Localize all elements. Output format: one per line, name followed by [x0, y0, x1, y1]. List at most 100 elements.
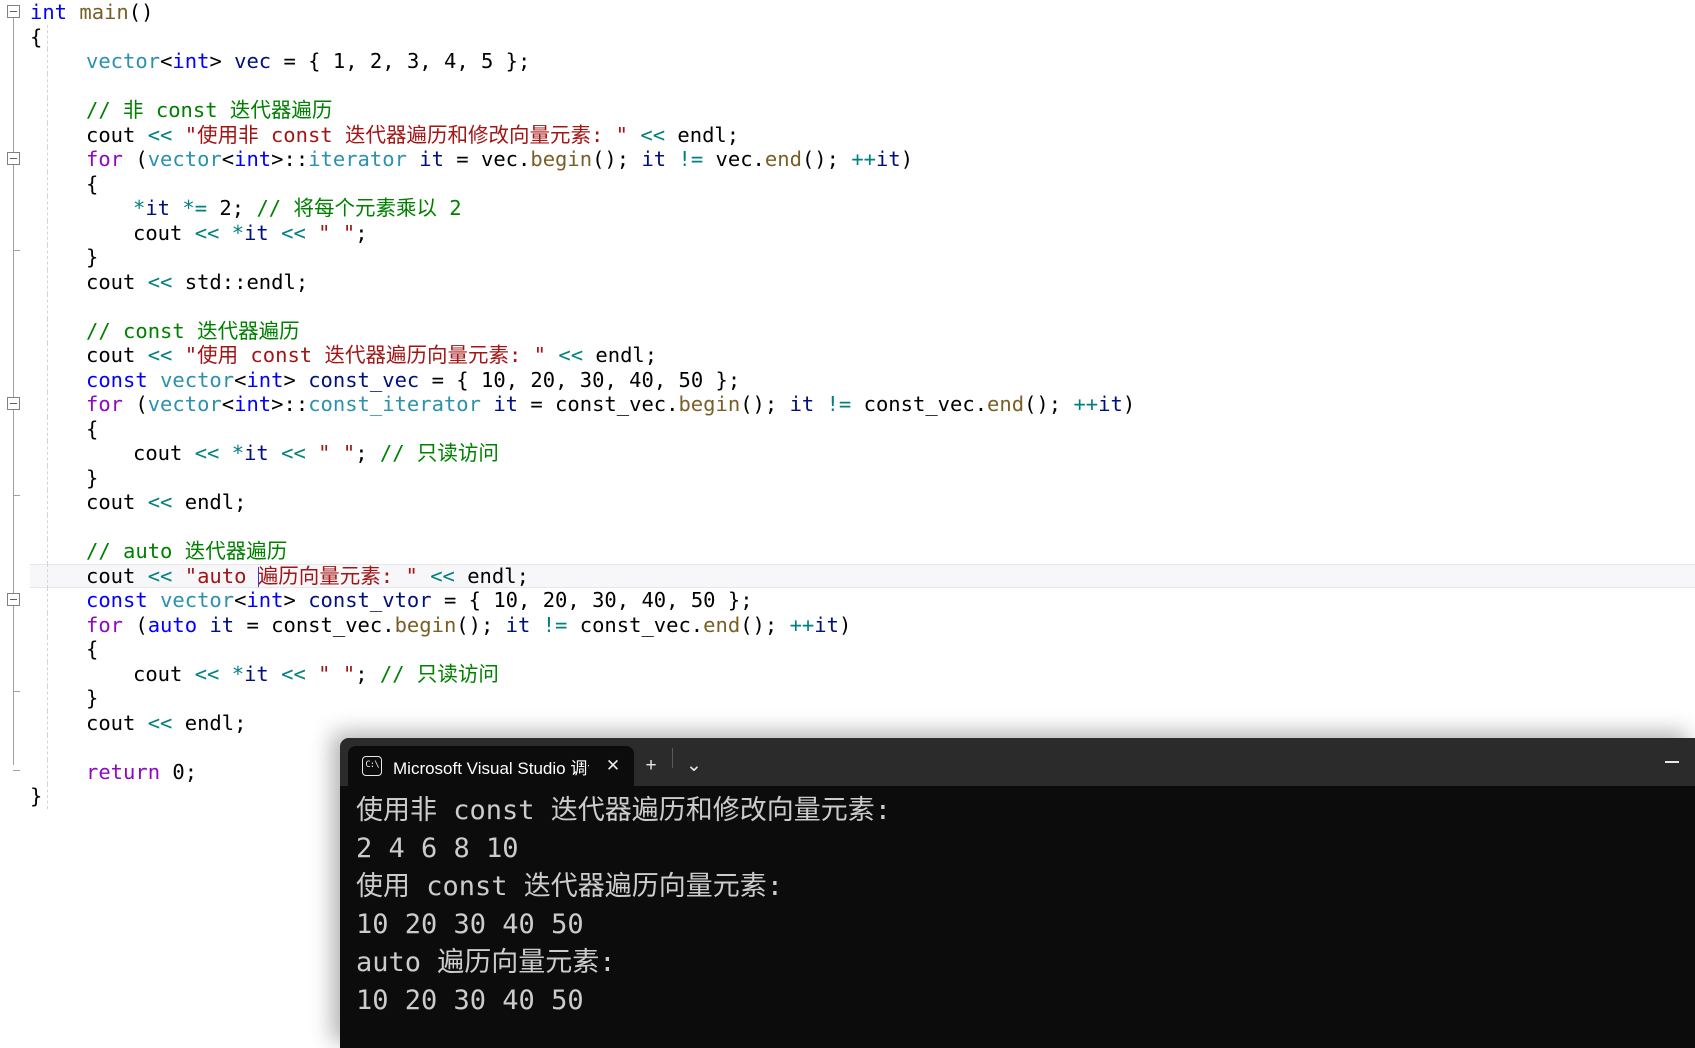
code-token-op: (); — [740, 392, 790, 416]
code-token-op: }; — [715, 588, 753, 612]
code-line[interactable]: vector<int> vec = { 1, 2, 3, 4, 5 }; — [0, 49, 1695, 74]
code-token-loc: it — [244, 441, 269, 465]
indent-guide — [47, 294, 48, 319]
console-output-line: 使用非 const 迭代器遍历和修改向量元素: — [356, 795, 892, 826]
indent-guide — [47, 245, 48, 270]
code-line[interactable] — [0, 294, 1695, 319]
indent-guide — [47, 367, 48, 392]
code-token-txt: cout — [86, 563, 148, 588]
code-token-op: = — [234, 612, 272, 637]
code-token-ovl: ++ — [789, 612, 815, 637]
code-token-op: { — [86, 171, 99, 196]
code-line[interactable]: cout << "auto 遍历向量元素: " << endl; — [0, 563, 1695, 588]
console-title-bar[interactable]: C:\ Microsoft Visual Studio 调试控 ✕ + ⌄ — [340, 738, 1695, 786]
code-token-op: ; — [234, 490, 247, 514]
code-line-content: } — [86, 466, 98, 490]
code-token-typ: vector — [147, 147, 222, 171]
code-line[interactable]: cout << std::endl; — [0, 269, 1695, 294]
code-line[interactable]: const vector<int> const_vtor = { 10, 20,… — [0, 588, 1695, 613]
code-token-txt: cout — [133, 441, 195, 465]
code-line[interactable]: { — [0, 416, 1695, 441]
code-token-op: >:: — [271, 392, 309, 416]
code-token-txt: 0 — [160, 759, 185, 784]
code-line[interactable]: cout << "使用非 const 迭代器遍历和修改向量元素: " << en… — [0, 122, 1695, 147]
code-line[interactable] — [0, 514, 1695, 539]
code-line[interactable]: // auto 迭代器遍历 — [0, 539, 1695, 564]
code-token-fn: begin — [678, 392, 741, 416]
code-line[interactable]: { — [0, 24, 1695, 49]
code-token-ctl: for — [86, 147, 124, 171]
indent-guide — [47, 735, 48, 760]
indent-guide — [47, 318, 48, 343]
chevron-down-icon[interactable]: ⌄ — [677, 746, 711, 786]
code-token-op: = — [518, 392, 556, 416]
code-token-ovl: ++ — [851, 147, 876, 171]
code-line[interactable]: cout << endl; — [0, 710, 1695, 735]
code-line[interactable]: int main() — [0, 0, 1695, 25]
code-line[interactable]: // const 迭代器遍历 — [0, 318, 1695, 343]
code-token-op: { — [86, 637, 99, 661]
code-token-txt: 20 — [542, 588, 568, 612]
console-tab-strip[interactable]: C:\ Microsoft Visual Studio 调试控 ✕ + ⌄ — [340, 738, 711, 786]
code-line[interactable]: // 非 const 迭代器遍历 — [0, 98, 1695, 123]
code-token-op: () — [128, 0, 154, 24]
code-token-ctl: for — [86, 612, 124, 637]
console-tab[interactable]: C:\ Microsoft Visual Studio 调试控 ✕ — [348, 746, 634, 786]
code-token-fn: main — [79, 0, 129, 24]
code-line[interactable]: { — [0, 637, 1695, 662]
indent-guide — [47, 588, 48, 613]
minimize-icon — [1664, 761, 1679, 763]
code-line[interactable]: for (auto it = const_vec.begin(); it != … — [0, 612, 1695, 637]
code-line-content: *it *= 2; // 将每个元素乘以 2 — [133, 196, 462, 220]
code-text-area[interactable]: int main(){vector<int> vec = { 1, 2, 3, … — [0, 0, 1695, 809]
code-token-ovl: * — [231, 220, 245, 245]
minimize-button[interactable] — [1648, 738, 1695, 786]
code-token-txt: vec. — [703, 147, 765, 171]
code-line[interactable]: cout << *it << " "; // 只读访问 — [0, 661, 1695, 686]
window-controls[interactable] — [1648, 738, 1695, 786]
new-tab-button[interactable]: + — [634, 746, 668, 786]
code-token-op: } — [86, 465, 99, 490]
code-token-op: ; — [355, 661, 380, 686]
code-token-op: , — [666, 588, 691, 612]
code-line[interactable]: } — [0, 686, 1695, 711]
code-token-kw: int — [234, 392, 272, 416]
code-token-op: , — [456, 49, 481, 73]
close-icon[interactable]: ✕ — [600, 753, 626, 779]
code-token-txt: 40 — [629, 367, 654, 392]
code-token-op: < — [221, 392, 235, 416]
code-line[interactable]: cout << endl; — [0, 490, 1695, 515]
code-token-fn: begin — [394, 612, 457, 637]
code-token-str: "使用非 const 迭代器遍历和修改向量元素: " — [184, 122, 629, 147]
indent-guide — [47, 343, 48, 368]
code-token-kw: int — [234, 147, 272, 171]
code-line[interactable]: } — [0, 245, 1695, 270]
code-token-op: (); — [801, 147, 852, 171]
code-token-typ: vector — [160, 367, 235, 392]
code-token-txt: 30 — [579, 367, 605, 392]
indent-guide — [47, 73, 48, 98]
code-token-txt: const_vec. — [271, 612, 395, 637]
code-line[interactable]: cout << *it << " "; — [0, 220, 1695, 245]
code-line[interactable]: const vector<int> const_vec = { 10, 20, … — [0, 367, 1695, 392]
indent-guide — [47, 171, 48, 196]
code-line[interactable]: cout << *it << " "; // 只读访问 — [0, 441, 1695, 466]
code-token-typ: iterator — [308, 147, 407, 171]
code-line[interactable]: for (vector<int>::const_iterator it = co… — [0, 392, 1695, 417]
code-token-ovl: << — [558, 343, 584, 367]
code-line[interactable]: cout << "使用 const 迭代器遍历向量元素: " << endl; — [0, 343, 1695, 368]
code-token-op: ) — [838, 612, 852, 637]
code-token-txt: endl — [583, 343, 645, 367]
code-line[interactable]: for (vector<int>::iterator it = vec.begi… — [0, 147, 1695, 172]
code-token-op: , — [345, 49, 370, 73]
code-token-op: ( — [123, 612, 148, 637]
code-line[interactable]: } — [0, 465, 1695, 490]
debug-console-window[interactable]: C:\ Microsoft Visual Studio 调试控 ✕ + ⌄ 使用… — [340, 738, 1695, 1048]
code-line[interactable]: { — [0, 171, 1695, 196]
code-line[interactable] — [0, 73, 1695, 98]
code-line[interactable]: *it *= 2; // 将每个元素乘以 2 — [0, 196, 1695, 221]
